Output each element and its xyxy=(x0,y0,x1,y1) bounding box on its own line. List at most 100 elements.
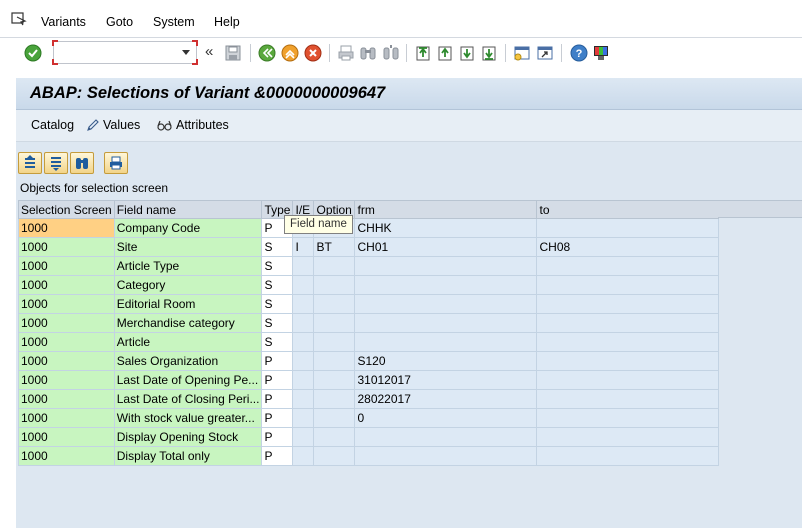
cell-option[interactable] xyxy=(313,275,356,295)
cell-ie[interactable] xyxy=(292,313,315,333)
cell-frm[interactable] xyxy=(354,256,538,276)
sort-ascending-button[interactable] xyxy=(18,152,42,174)
cell-selection-screen[interactable]: 1000 xyxy=(18,294,115,314)
cell-option[interactable] xyxy=(313,332,356,352)
cell-option[interactable] xyxy=(313,256,356,276)
cell-ie[interactable] xyxy=(292,256,315,276)
cell-frm[interactable]: S120 xyxy=(354,351,538,371)
table-row[interactable]: 1000 Company Code P CHHK xyxy=(18,218,720,238)
values-button[interactable]: Values xyxy=(86,118,140,132)
cell-frm[interactable] xyxy=(354,332,538,352)
cell-option[interactable] xyxy=(313,313,356,333)
column-header-to[interactable]: to xyxy=(536,200,720,219)
table-row[interactable]: 1000 Site S I BT CH01 CH08 xyxy=(18,237,720,257)
find-icon[interactable] xyxy=(359,44,377,62)
print-icon[interactable] xyxy=(337,44,355,62)
cell-field-name[interactable]: Display Opening Stock xyxy=(113,427,263,447)
cell-frm[interactable]: 0 xyxy=(354,408,538,428)
column-header-selection-screen[interactable]: Selection Screen xyxy=(18,200,115,219)
table-row[interactable]: 1000 Last Date of Opening Pe... P 31012017 xyxy=(18,370,720,390)
cell-field-name[interactable]: Article Type xyxy=(113,256,263,276)
shortcut-icon[interactable] xyxy=(536,44,554,62)
cell-option[interactable] xyxy=(313,294,356,314)
find-button[interactable] xyxy=(70,152,94,174)
cell-field-name[interactable]: Site xyxy=(113,237,263,257)
cell-field-name[interactable]: Merchandise category xyxy=(113,313,263,333)
cell-field-name[interactable]: Display Total only xyxy=(113,446,263,466)
system-menu-icon[interactable] xyxy=(11,12,27,26)
cell-to[interactable] xyxy=(536,370,720,390)
cell-selection-screen[interactable]: 1000 xyxy=(18,218,115,238)
cancel-icon[interactable] xyxy=(304,44,322,62)
menu-system[interactable]: System xyxy=(153,15,195,29)
sort-descending-button[interactable] xyxy=(44,152,68,174)
cell-to[interactable]: CH08 xyxy=(536,237,720,257)
table-row[interactable]: 1000 Article Type S xyxy=(18,256,720,276)
table-row[interactable]: 1000 Sales Organization P S120 xyxy=(18,351,720,371)
first-page-icon[interactable] xyxy=(414,44,432,62)
cell-field-name[interactable]: Editorial Room xyxy=(113,294,263,314)
table-row[interactable]: 1000 Display Opening Stock P xyxy=(18,427,720,447)
cell-field-name[interactable]: Sales Organization xyxy=(113,351,263,371)
cell-option[interactable] xyxy=(313,370,356,390)
column-header-field-name[interactable]: Field name xyxy=(113,200,263,219)
cell-ie[interactable] xyxy=(292,427,315,447)
cell-option[interactable] xyxy=(313,351,356,371)
cell-ie[interactable] xyxy=(292,370,315,390)
cell-selection-screen[interactable]: 1000 xyxy=(18,256,115,276)
last-page-icon[interactable] xyxy=(480,44,498,62)
cell-selection-screen[interactable]: 1000 xyxy=(18,427,115,447)
cell-field-name[interactable]: With stock value greater... xyxy=(113,408,263,428)
table-row[interactable]: 1000 With stock value greater... P 0 xyxy=(18,408,720,428)
cell-type[interactable]: P xyxy=(261,408,294,428)
cell-to[interactable] xyxy=(536,332,720,352)
cell-option[interactable] xyxy=(313,408,356,428)
cell-selection-screen[interactable]: 1000 xyxy=(18,275,115,295)
cell-to[interactable] xyxy=(536,218,720,238)
cell-type[interactable]: S xyxy=(261,313,294,333)
cell-type[interactable]: P xyxy=(261,389,294,409)
command-field[interactable] xyxy=(52,40,198,65)
table-row[interactable]: 1000 Merchandise category S xyxy=(18,313,720,333)
enter-icon[interactable] xyxy=(24,44,42,62)
cell-ie[interactable] xyxy=(292,389,315,409)
create-session-icon[interactable] xyxy=(513,44,531,62)
cell-field-name[interactable]: Last Date of Closing Peri... xyxy=(113,389,263,409)
cell-frm[interactable]: CHHK xyxy=(354,218,538,238)
cell-frm[interactable] xyxy=(354,275,538,295)
cell-to[interactable] xyxy=(536,275,720,295)
cell-to[interactable] xyxy=(536,427,720,447)
attributes-button[interactable]: Attributes xyxy=(157,118,229,132)
menu-goto[interactable]: Goto xyxy=(106,15,133,29)
back-icon[interactable] xyxy=(258,44,276,62)
cell-to[interactable] xyxy=(536,294,720,314)
cell-ie[interactable] xyxy=(292,351,315,371)
cell-frm[interactable] xyxy=(354,446,538,466)
table-row[interactable]: 1000 Article S xyxy=(18,332,720,352)
cell-selection-screen[interactable]: 1000 xyxy=(18,408,115,428)
table-row[interactable]: 1000 Display Total only P xyxy=(18,446,720,466)
cell-frm[interactable] xyxy=(354,294,538,314)
menu-help[interactable]: Help xyxy=(214,15,240,29)
table-row[interactable]: 1000 Editorial Room S xyxy=(18,294,720,314)
cell-field-name[interactable]: Category xyxy=(113,275,263,295)
cell-selection-screen[interactable]: 1000 xyxy=(18,351,115,371)
table-row[interactable]: 1000 Category S xyxy=(18,275,720,295)
cell-ie[interactable] xyxy=(292,332,315,352)
print-preview-button[interactable] xyxy=(104,152,128,174)
column-header-frm[interactable]: frm xyxy=(354,200,538,219)
cell-to[interactable] xyxy=(536,408,720,428)
cell-frm[interactable] xyxy=(354,313,538,333)
cell-selection-screen[interactable]: 1000 xyxy=(18,332,115,352)
layout-icon[interactable] xyxy=(592,44,610,62)
exit-icon[interactable] xyxy=(281,44,299,62)
menu-variants[interactable]: Variants xyxy=(41,15,86,29)
cell-selection-screen[interactable]: 1000 xyxy=(18,389,115,409)
chevron-down-icon[interactable] xyxy=(182,50,190,55)
table-row[interactable]: 1000 Last Date of Closing Peri... P 2802201… xyxy=(18,389,720,409)
cell-field-name[interactable]: Company Code xyxy=(113,218,263,238)
cell-to[interactable] xyxy=(536,313,720,333)
cell-field-name[interactable]: Article xyxy=(113,332,263,352)
cell-selection-screen[interactable]: 1000 xyxy=(18,370,115,390)
save-icon[interactable] xyxy=(224,44,242,62)
